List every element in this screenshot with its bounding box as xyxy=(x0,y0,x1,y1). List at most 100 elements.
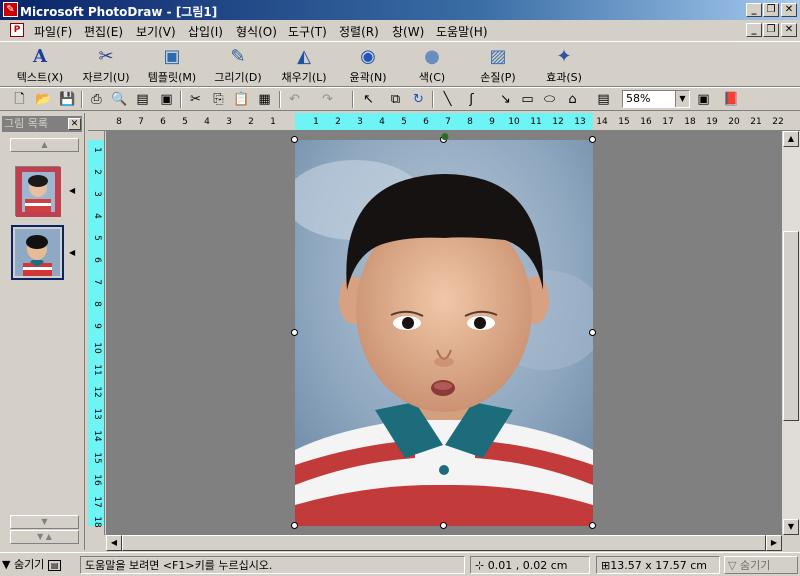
scissors-icon: ✂ xyxy=(98,46,114,67)
menu-edit[interactable]: 편집(E) xyxy=(84,23,123,40)
picture-thumbnail-1[interactable] xyxy=(15,166,61,217)
size-icon: ⊞ xyxy=(601,559,611,572)
fit-to-window-icon[interactable]: ▣ xyxy=(694,90,713,109)
open-icon[interactable]: 📂 xyxy=(34,90,53,109)
crosshair-icon: ⊹ xyxy=(475,559,485,572)
touchup-button[interactable]: ▨ 손질(P) xyxy=(464,44,532,86)
menu-format[interactable]: 형식(O) xyxy=(236,23,277,40)
horizontal-scrollbar[interactable]: ◀ ▶ xyxy=(106,535,782,551)
close-button[interactable]: ✕ xyxy=(781,3,797,17)
effects-icon: ✦ xyxy=(556,46,572,67)
panel-scroll-down[interactable]: ▼ xyxy=(10,515,79,529)
scroll-right-arrow[interactable]: ▶ xyxy=(766,535,782,551)
outline-button[interactable]: ◉ 윤곽(N) xyxy=(334,44,402,86)
rectangle-icon[interactable]: ▭ xyxy=(518,90,537,109)
resize-handle-s[interactable] xyxy=(440,522,447,529)
text-button[interactable]: A 텍스트(X) xyxy=(6,44,74,86)
window-title: Microsoft PhotoDraw - [그림1] xyxy=(20,5,218,19)
ellipse-icon[interactable]: ⬭ xyxy=(540,90,559,109)
new-icon[interactable]: 🗋 xyxy=(10,90,29,109)
scroll-left-arrow[interactable]: ◀ xyxy=(106,535,122,551)
minimize-button[interactable]: _ xyxy=(746,3,762,17)
resize-handle-e[interactable] xyxy=(589,329,596,336)
hide-right-button[interactable]: ▽ 숨기기 xyxy=(724,556,798,574)
menu-tools[interactable]: 도구(T) xyxy=(288,23,327,40)
visual-menu-toolbar: A 텍스트(X) ✂ 자르기(U) ▣ 템플릿(M) ✎ 그리기(D) ◭ 채우… xyxy=(0,41,800,87)
template-button[interactable]: ▣ 템플릿(M) xyxy=(138,44,206,86)
menu-file[interactable]: 파일(F) xyxy=(34,23,72,40)
toolbar-separator xyxy=(81,91,83,108)
chevron-down-icon: ▼ xyxy=(2,558,14,571)
resize-handle-ne[interactable] xyxy=(589,136,596,143)
save-icon[interactable]: 💾 xyxy=(58,90,77,109)
thumbnail-image-2 xyxy=(15,229,60,276)
help-book-icon[interactable]: 📕 xyxy=(722,90,741,109)
scroll-down-arrow[interactable]: ▼ xyxy=(783,519,799,535)
standard-toolbar: 🗋 📂 💾 ⎙ 🔍 ▤ ▣ ✂ ⎘ 📋 ▦ ↶ ↷ ↖ ⧉ ↻ ╲ ʃ ↘ ▭ … xyxy=(0,87,800,111)
curve-icon[interactable]: ʃ xyxy=(462,90,481,109)
zoom-select[interactable]: 58% ▼ xyxy=(622,90,690,108)
hide-panel-button[interactable]: ▼ 숨기기 ▤ xyxy=(2,556,62,574)
print-icon[interactable]: ⎙ xyxy=(87,90,106,109)
maximize-button[interactable]: ❐ xyxy=(763,3,779,17)
pointer-icon[interactable]: ↖ xyxy=(359,90,378,109)
undo-icon[interactable]: ↶ xyxy=(285,90,304,109)
menu-arrange[interactable]: 정렬(R) xyxy=(339,23,379,40)
effects-button[interactable]: ✦ 효과(S) xyxy=(530,44,598,86)
line-icon[interactable]: ╲ xyxy=(438,90,457,109)
doc-close-button[interactable]: ✕ xyxy=(781,23,797,37)
toolbar-separator xyxy=(279,91,281,108)
toolbar-separator xyxy=(180,91,182,108)
status-help-text: 도움말을 보려면 <F1>키를 누르십시오. xyxy=(80,556,465,574)
menu-window[interactable]: 창(W) xyxy=(392,23,424,40)
child-portrait-photo xyxy=(295,140,593,526)
autoshape-icon[interactable]: ⌂ xyxy=(563,90,582,109)
arrow-icon[interactable]: ↘ xyxy=(496,90,515,109)
scan-icon[interactable]: ▤ xyxy=(133,90,152,109)
panel-scroll-up[interactable]: ▲ xyxy=(10,138,79,152)
chevron-down-icon: ▽ xyxy=(728,559,740,572)
title-bar: ✎ Microsoft PhotoDraw - [그림1] _ ❐ ✕ xyxy=(0,0,800,20)
thumbnail-image-1 xyxy=(16,167,61,217)
menu-view[interactable]: 보기(V) xyxy=(136,23,176,40)
color-button[interactable]: ● 색(C) xyxy=(398,44,466,86)
doc-minimize-button[interactable]: _ xyxy=(746,23,762,37)
template-icon: ▣ xyxy=(163,46,181,67)
format-painter-icon[interactable]: ▦ xyxy=(255,90,274,109)
rotate-icon[interactable]: ↻ xyxy=(409,90,428,109)
chevron-down-icon[interactable]: ▼ xyxy=(675,91,689,107)
arrange-icon[interactable]: ⧉ xyxy=(386,90,405,109)
crop-button[interactable]: ✂ 자르기(U) xyxy=(72,44,140,86)
toolbar-separator xyxy=(352,91,354,108)
resize-handle-nw[interactable] xyxy=(291,136,298,143)
rotate-handle-icon[interactable]: ● xyxy=(441,132,449,142)
resize-handle-w[interactable] xyxy=(291,329,298,336)
cut-icon[interactable]: ✂ xyxy=(186,90,205,109)
app-icon[interactable]: ✎ xyxy=(3,2,18,17)
picture-list-icon[interactable]: ▤ xyxy=(594,90,613,109)
picture-thumbnail-2[interactable] xyxy=(11,225,64,280)
vertical-scrollbar[interactable]: ▲ ▼ xyxy=(782,131,800,535)
digital-camera-icon[interactable]: ▣ xyxy=(157,90,176,109)
panel-scroll-bottom[interactable]: ▼ ▲ xyxy=(10,530,79,544)
photodraw-window: ✎ Microsoft PhotoDraw - [그림1] _ ❐ ✕ P 파일… xyxy=(0,0,800,576)
panel-close-icon[interactable]: ✕ xyxy=(68,118,81,130)
scroll-up-arrow[interactable]: ▲ xyxy=(783,131,799,147)
paste-icon[interactable]: 📋 xyxy=(232,90,251,109)
scroll-thumb[interactable] xyxy=(783,231,799,421)
selected-photo[interactable] xyxy=(295,140,593,526)
redo-icon[interactable]: ↷ xyxy=(318,90,337,109)
resize-handle-se[interactable] xyxy=(589,522,596,529)
document-icon[interactable]: P xyxy=(10,23,24,37)
resize-handle-sw[interactable] xyxy=(291,522,298,529)
menu-insert[interactable]: 삽입(I) xyxy=(188,23,223,40)
scroll-thumb-horizontal[interactable] xyxy=(122,535,766,551)
draw-button[interactable]: ✎ 그리기(D) xyxy=(204,44,272,86)
fill-button[interactable]: ◭ 채우기(L) xyxy=(270,44,338,86)
color-icon: ● xyxy=(424,46,440,67)
print-preview-icon[interactable]: 🔍 xyxy=(110,90,129,109)
menu-help[interactable]: 도움말(H) xyxy=(436,23,488,40)
doc-restore-button[interactable]: ❐ xyxy=(763,23,779,37)
menu-bar: P 파일(F) 편집(E) 보기(V) 삽입(I) 형식(O) 도구(T) 정렬… xyxy=(0,20,800,40)
copy-icon[interactable]: ⎘ xyxy=(209,90,228,109)
